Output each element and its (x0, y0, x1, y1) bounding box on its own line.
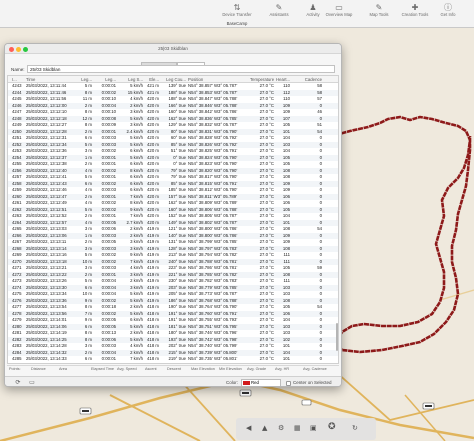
table-cell: 27.0 °C (250, 363, 274, 364)
stat-label: Avg. Speed (117, 367, 137, 371)
stat-label: Distance (31, 367, 46, 371)
color-swatch (243, 381, 250, 385)
table-cell: 103 (276, 363, 290, 364)
column-header: Cadence (304, 77, 322, 82)
table-cell: 7 km/h (117, 363, 143, 364)
table-header: I... Time Leg... Leg... Leg S... Ele... Leg Co… (8, 76, 338, 83)
road-shield-icon (239, 389, 252, 397)
table-cell: 2 m (78, 363, 92, 364)
window-title: 25|03 Skidblan (158, 45, 188, 51)
stat-label: Descent (167, 367, 181, 371)
gps-track (334, 115, 472, 354)
stat-label: Ascent (145, 367, 157, 371)
map-road (109, 394, 201, 441)
stat-label: Max Elevation (191, 367, 215, 371)
column-header: Leg... (81, 77, 92, 82)
table-body: 4243 25/03/2022, 13:11:44 5 m 0:00:01 5 km/h… (8, 83, 338, 364)
window-footer: ⟳ ▭ Color: Red Center on Selected (5, 376, 341, 386)
device-transfer-icon: ⇅ (233, 3, 241, 12)
table-cell: 4286 (12, 363, 26, 364)
camera-icon[interactable]: ▣ (310, 424, 317, 432)
stat-label: Points: (9, 367, 21, 371)
center-on-selected-checkbox[interactable] (286, 380, 291, 386)
column-header: I... (12, 77, 17, 82)
stat-label: Avg. HR (275, 367, 290, 371)
column-header: Temperature (250, 77, 274, 82)
stat-label: Min Elevation (219, 367, 242, 371)
scroll-thumb[interactable] (335, 323, 338, 351)
table-cell: 0:00:03 (94, 363, 116, 364)
table-scrollbar[interactable] (335, 83, 338, 353)
gear-icon[interactable]: ⚙ (278, 424, 284, 432)
table-row[interactable]: 428625/03/2022, 13:14:362 m0:00:037 km/h… (8, 362, 338, 364)
map-road (404, 394, 446, 441)
stat-label: Avg. Grade (247, 367, 267, 371)
toolbar-device-transfer[interactable]: ⇅ Device Transfer (215, 3, 259, 18)
rotate-icon[interactable]: ↻ (352, 424, 358, 432)
track-stats: Points: Distance Area Elapsed Time Avg. Spee… (7, 365, 339, 376)
main-toolbar: ⇅ Device Transfer ✎ Assistants ♟ Activity ▭… (0, 0, 474, 28)
overview-map-icon: ▭ (335, 3, 343, 12)
layers-icon[interactable]: ▦ (294, 424, 301, 432)
graph-icon[interactable]: ▭ (27, 379, 37, 386)
center-on-selected-label: Center on Selected (293, 380, 332, 385)
map-controls: ◀ ▲ ⚙ ▦ ▣ ✪ ↻ (236, 418, 376, 440)
window-titlebar[interactable]: 25|03 Skidblan (5, 44, 341, 54)
column-header: Leg S... (128, 77, 143, 82)
stat-label: Elapsed Time (91, 367, 115, 371)
color-select[interactable]: Red (241, 379, 281, 386)
color-value: Red (251, 380, 259, 385)
column-header: Time (26, 77, 36, 82)
get-info-icon: ⓘ (444, 3, 452, 12)
map-road (179, 379, 236, 441)
pan-left-icon[interactable]: ◀ (246, 424, 251, 432)
toolbar-overview-map[interactable]: ▭ Overview Map (317, 3, 361, 18)
name-row: Name: 25/03 Skidblan (11, 65, 335, 74)
column-header: Heart... (276, 77, 290, 82)
refresh-icon[interactable]: ⟳ (13, 379, 23, 386)
road-shield-icon (79, 407, 92, 415)
pan-up-icon[interactable]: ▲ (262, 424, 267, 432)
column-header: Leg... (105, 77, 116, 82)
road-shield-icon (301, 399, 312, 406)
stat-label: Area (59, 367, 68, 371)
table-cell: 227° true (160, 363, 187, 364)
column-header: Position (188, 77, 204, 82)
toolbar-get-info[interactable]: ⓘ Get Info (426, 3, 470, 18)
compass-icon[interactable]: ✪ (328, 422, 336, 432)
column-header: Ele... (149, 77, 159, 82)
name-label: Name: (11, 66, 25, 72)
column-header: Leg Cou... (166, 77, 186, 82)
name-field[interactable]: 25/03 Skidblan (27, 65, 335, 73)
table-cell: 0 (292, 363, 322, 364)
table-cell: 418 m (144, 363, 159, 364)
table-cell: N54° 38.734' W3° 05.802' (188, 363, 248, 364)
trackpoint-table[interactable]: I... Time Leg... Leg... Leg S... Ele... Leg Co… (7, 75, 339, 364)
table-cell: 25/03/2022, 13:14:36 (26, 363, 76, 364)
app-title: BaseCamp (226, 21, 248, 26)
track-properties-window: 25|03 Skidblan SummaryNotes Name: 25/03 … (4, 43, 342, 387)
stat-label: Avg. Cadence (303, 367, 327, 371)
road-shield-icon (422, 402, 435, 410)
color-label: Color: (226, 380, 239, 385)
